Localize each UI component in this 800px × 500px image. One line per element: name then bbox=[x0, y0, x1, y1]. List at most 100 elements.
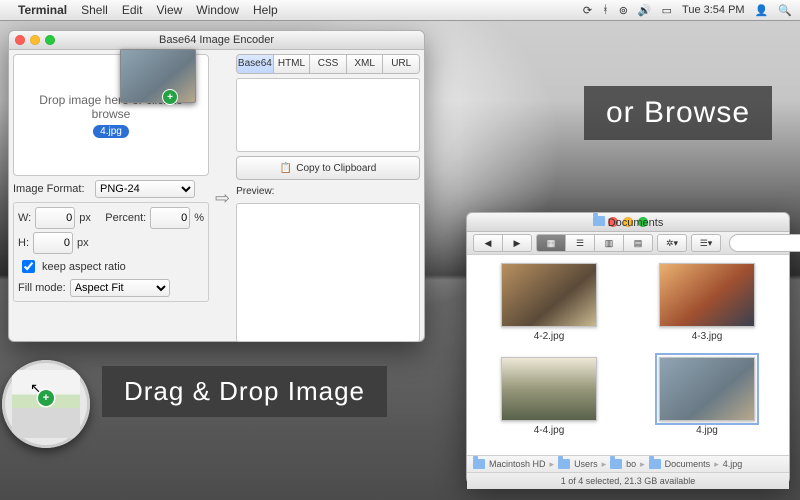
promo-drag-caption: Drag & Drop Image bbox=[102, 366, 387, 417]
tab-css[interactable]: CSS bbox=[310, 55, 347, 73]
image-format-select[interactable]: PNG-24 bbox=[95, 180, 195, 198]
view-list-button[interactable]: ☰ bbox=[565, 234, 594, 252]
minimize-icon[interactable] bbox=[30, 35, 40, 45]
back-button[interactable]: ◀ bbox=[473, 234, 502, 252]
minimize-icon[interactable] bbox=[623, 217, 633, 227]
keep-aspect-label: keep aspect ratio bbox=[42, 261, 126, 273]
spotlight-icon[interactable]: 🔍 bbox=[778, 4, 792, 17]
clock[interactable]: Tue 3:54 PM bbox=[682, 4, 745, 16]
promo-browse-caption: or Browse bbox=[584, 86, 772, 140]
menu-shell[interactable]: Shell bbox=[81, 3, 108, 17]
menu-window[interactable]: Window bbox=[196, 3, 239, 17]
height-input[interactable] bbox=[33, 232, 73, 254]
battery-icon[interactable]: ▭ bbox=[662, 4, 672, 17]
volume-icon[interactable]: 🔊 bbox=[638, 4, 652, 17]
file-name[interactable]: 4-2.jpg bbox=[534, 331, 565, 342]
dropzone-filename-tag: 4.jpg bbox=[93, 125, 129, 138]
zoom-icon[interactable] bbox=[638, 217, 648, 227]
sync-icon[interactable]: ⟳ bbox=[583, 4, 592, 17]
width-unit: px bbox=[79, 212, 91, 224]
menu-view[interactable]: View bbox=[157, 3, 183, 17]
path-segment[interactable]: Users bbox=[574, 459, 598, 469]
file-thumbnail[interactable] bbox=[501, 263, 597, 327]
copy-to-clipboard-button[interactable]: 📋 Copy to Clipboard bbox=[236, 156, 420, 180]
path-segment[interactable]: Macintosh HD bbox=[489, 459, 546, 469]
folder-icon bbox=[649, 459, 661, 469]
file-thumbnail[interactable] bbox=[501, 357, 597, 421]
output-tabs: Base64 HTML CSS XML URL bbox=[236, 54, 420, 74]
preview-label: Preview: bbox=[236, 186, 420, 197]
file-item[interactable]: 4-3.jpg bbox=[633, 263, 781, 351]
height-label: H: bbox=[18, 237, 29, 249]
percent-unit: % bbox=[194, 212, 204, 224]
folder-icon bbox=[558, 459, 570, 469]
finder-window: Documents ◀ ▶ ▦ ☰ ▥ ▤ ✲▾ ☰▾ 4-2.jpg 4-3.j… bbox=[466, 212, 790, 484]
encoder-window: Base64 Image Encoder + Drop image here o… bbox=[8, 30, 425, 342]
file-thumbnail[interactable] bbox=[659, 357, 755, 421]
view-column-button[interactable]: ▥ bbox=[594, 234, 623, 252]
view-icon-button[interactable]: ▦ bbox=[536, 234, 565, 252]
percent-input[interactable] bbox=[150, 207, 190, 229]
zoom-icon[interactable] bbox=[45, 35, 55, 45]
tab-url[interactable]: URL bbox=[383, 55, 419, 73]
encoder-title: Base64 Image Encoder bbox=[9, 34, 424, 46]
finder-status-bar: 1 of 4 selected, 21.3 GB available bbox=[467, 472, 789, 489]
image-format-label: Image Format: bbox=[13, 183, 91, 195]
magnifier-loupe: ↖ + bbox=[2, 360, 90, 448]
user-icon[interactable]: 👤 bbox=[755, 4, 769, 17]
chevron-right-icon bbox=[714, 459, 719, 470]
file-item[interactable]: 4-2.jpg bbox=[475, 263, 623, 351]
forward-button[interactable]: ▶ bbox=[502, 234, 532, 252]
height-unit: px bbox=[77, 237, 89, 249]
chevron-right-icon bbox=[640, 459, 645, 470]
path-segment[interactable]: bo bbox=[626, 459, 636, 469]
dropzone-text-2: browse bbox=[92, 107, 131, 121]
width-input[interactable] bbox=[35, 207, 75, 229]
menu-bar: Terminal Shell Edit View Window Help ⟳ ᚼ… bbox=[0, 0, 800, 21]
folder-icon bbox=[610, 459, 622, 469]
output-textarea[interactable] bbox=[236, 78, 420, 152]
tab-xml[interactable]: XML bbox=[347, 55, 384, 73]
encoder-titlebar[interactable]: Base64 Image Encoder bbox=[9, 31, 424, 50]
arrange-menu-button[interactable]: ☰▾ bbox=[691, 234, 721, 252]
close-icon[interactable] bbox=[15, 35, 25, 45]
width-label: W: bbox=[18, 212, 31, 224]
file-thumbnail[interactable] bbox=[659, 263, 755, 327]
file-name[interactable]: 4-4.jpg bbox=[534, 425, 565, 436]
bluetooth-icon[interactable]: ᚼ bbox=[602, 4, 609, 16]
tab-html[interactable]: HTML bbox=[274, 55, 311, 73]
menu-edit[interactable]: Edit bbox=[122, 3, 143, 17]
clipboard-icon: 📋 bbox=[280, 163, 292, 174]
menu-help[interactable]: Help bbox=[253, 3, 278, 17]
folder-icon bbox=[593, 216, 605, 226]
arrow-right-icon: ⇨ bbox=[215, 188, 230, 209]
file-name[interactable]: 4-3.jpg bbox=[692, 331, 723, 342]
dragged-image-thumb: + bbox=[120, 49, 196, 103]
path-segment[interactable]: 4.jpg bbox=[723, 459, 743, 469]
file-item[interactable]: 4-4.jpg bbox=[475, 357, 623, 445]
view-coverflow-button[interactable]: ▤ bbox=[623, 234, 653, 252]
chevron-right-icon bbox=[550, 459, 555, 470]
keep-aspect-checkbox[interactable] bbox=[22, 260, 35, 273]
size-controls: W: px Percent: % H: px keep aspect ratio bbox=[13, 202, 209, 302]
tab-base64[interactable]: Base64 bbox=[237, 55, 274, 73]
close-icon[interactable] bbox=[608, 217, 618, 227]
file-name[interactable]: 4.jpg bbox=[696, 425, 718, 436]
preview-pane bbox=[236, 203, 420, 342]
app-menu[interactable]: Terminal bbox=[18, 3, 67, 17]
finder-path-bar[interactable]: Macintosh HD Users bo Documents 4.jpg bbox=[467, 455, 789, 472]
finder-search-input[interactable] bbox=[729, 234, 800, 252]
path-segment[interactable]: Documents bbox=[665, 459, 711, 469]
finder-file-grid: 4-2.jpg 4-3.jpg 4-4.jpg 4.jpg bbox=[467, 255, 789, 455]
chevron-right-icon bbox=[602, 459, 607, 470]
finder-titlebar[interactable]: Documents bbox=[467, 213, 789, 232]
wifi-icon[interactable]: ⊚ bbox=[619, 4, 628, 17]
fill-mode-select[interactable]: Aspect Fit bbox=[70, 279, 170, 297]
folder-icon bbox=[473, 459, 485, 469]
image-dropzone[interactable]: + Drop image here or click to browse 4.j… bbox=[13, 54, 209, 176]
action-menu-button[interactable]: ✲▾ bbox=[657, 234, 687, 252]
add-icon: + bbox=[163, 90, 177, 104]
fill-mode-label: Fill mode: bbox=[18, 282, 66, 294]
file-item[interactable]: 4.jpg bbox=[633, 357, 781, 445]
add-icon: + bbox=[38, 390, 54, 406]
